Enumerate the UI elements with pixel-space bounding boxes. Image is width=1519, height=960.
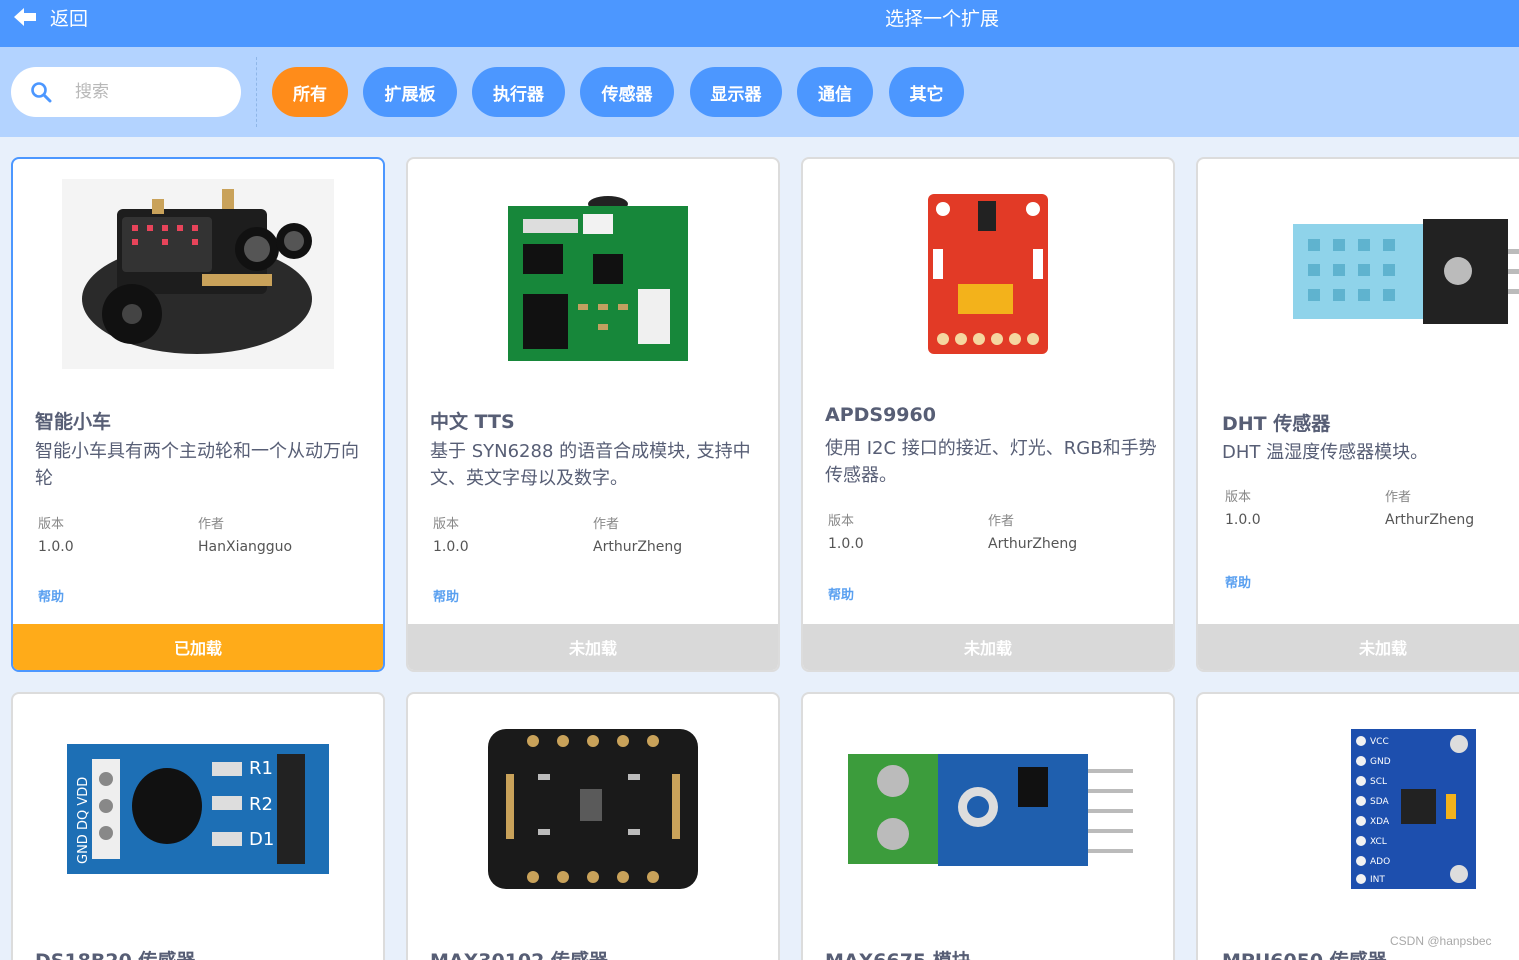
search-box[interactable] <box>11 67 241 117</box>
filter-tab-actuators[interactable]: 执行器 <box>472 67 565 117</box>
filter-tab-sensors[interactable]: 传感器 <box>580 67 674 117</box>
version-value: 1.0.0 <box>38 539 74 555</box>
load-status-button[interactable]: 未加载 <box>1198 624 1519 670</box>
apds9960-board-image <box>833 169 1143 379</box>
header-bar: 返回 选择一个扩展 <box>0 0 1519 47</box>
author-label: 作者 <box>198 517 225 532</box>
extension-description: 智能小车具有两个主动轮和一个从动万向轮 <box>35 441 359 489</box>
extension-title: APDS9960 <box>825 404 936 426</box>
search-input[interactable] <box>75 77 225 107</box>
search-icon <box>31 82 52 103</box>
tts-module-image <box>438 169 748 379</box>
version-label: 版本 <box>38 517 65 532</box>
board-label-ado: ADO <box>1370 857 1390 867</box>
page-title: 选择一个扩展 <box>884 8 999 30</box>
filter-tab-others[interactable]: 其它 <box>889 67 964 117</box>
extension-title: MAX30102 传感器 <box>430 946 608 960</box>
extension-title: 中文 TTS <box>430 411 515 433</box>
load-status-button[interactable]: 未加载 <box>803 624 1173 670</box>
version-value: 1.0.0 <box>828 536 864 552</box>
extension-card-max30102[interactable]: MAX30102 传感器 <box>406 692 780 960</box>
author-value: ArthurZheng <box>1385 512 1475 528</box>
extension-title: DS18B20 传感器 <box>35 946 195 960</box>
version-value: 1.0.0 <box>433 539 469 555</box>
dht-sensor-image <box>1268 169 1519 379</box>
board-label-r1: R1 <box>249 758 273 779</box>
version-label: 版本 <box>433 517 460 532</box>
extension-description: DHT 温湿度传感器模块。 <box>1222 442 1429 463</box>
board-label-gnd: GND <box>1370 757 1391 767</box>
help-link[interactable]: 帮助 <box>433 586 459 605</box>
board-label-int: INT <box>1370 875 1385 885</box>
author-label: 作者 <box>988 514 1015 529</box>
arrow-left-icon <box>14 8 36 26</box>
version-label: 版本 <box>828 514 855 529</box>
extension-title: MPU6050 传感器 <box>1222 946 1387 960</box>
watermark: CSDN @hanpsbec <box>1390 934 1492 948</box>
max6675-board-image <box>833 724 1143 894</box>
board-label-scl: SCL <box>1370 777 1387 787</box>
author-label: 作者 <box>1385 490 1412 505</box>
version-value: 1.0.0 <box>1225 512 1261 528</box>
version-label: 版本 <box>1225 490 1252 505</box>
filter-bar: 所有 扩展板 执行器 传感器 显示器 通信 其它 <box>0 47 1519 137</box>
board-label-xcl: XCL <box>1370 837 1387 847</box>
filter-tab-boards[interactable]: 扩展板 <box>363 67 457 117</box>
filter-divider <box>256 57 257 127</box>
author-label: 作者 <box>593 517 620 532</box>
filter-tab-communication[interactable]: 通信 <box>797 67 873 117</box>
board-label-xda: XDA <box>1370 817 1390 827</box>
filter-tab-displays[interactable]: 显示器 <box>690 67 782 117</box>
extension-title: MAX6675 模块 <box>825 946 971 960</box>
extension-card-mpu6050[interactable]: VCC GND SCL SDA XDA XCL ADO INT MPU6050 … <box>1196 692 1519 960</box>
extension-card-max6675[interactable]: MAX6675 模块 <box>801 692 1175 960</box>
extension-card-smart-car[interactable]: 智能小车 智能小车具有两个主动轮和一个从动万向轮 版本 作者 1.0.0 Han… <box>11 157 385 672</box>
help-link[interactable]: 帮助 <box>1225 572 1251 591</box>
board-label-vcc: VCC <box>1370 737 1389 747</box>
filter-tab-all[interactable]: 所有 <box>272 67 348 117</box>
back-button[interactable]: 返回 <box>12 4 88 30</box>
extension-card-dht-sensor[interactable]: DHT 传感器 DHT 温湿度传感器模块。 版本 作者 1.0.0 Arthur… <box>1196 157 1519 672</box>
extension-title: DHT 传感器 <box>1222 413 1331 435</box>
load-status-button[interactable]: 未加载 <box>408 624 778 670</box>
board-label-sda: SDA <box>1370 797 1389 807</box>
help-link[interactable]: 帮助 <box>38 586 64 605</box>
board-label-d1: D1 <box>249 829 274 850</box>
load-status-button[interactable]: 已加载 <box>13 624 383 670</box>
help-link[interactable]: 帮助 <box>828 584 854 603</box>
mpu6050-board-image: VCC GND SCL SDA XDA XCL ADO INT <box>1258 724 1519 894</box>
author-value: ArthurZheng <box>988 536 1078 552</box>
extension-title: 智能小车 <box>35 411 112 433</box>
author-value: ArthurZheng <box>593 539 683 555</box>
board-label-r2: R2 <box>249 794 273 815</box>
robot-car-image <box>43 169 353 379</box>
author-value: HanXiangguo <box>198 539 293 555</box>
extension-description: 使用 I2C 接口的接近、灯光、RGB和手势传感器。 <box>825 438 1157 486</box>
extension-description: 基于 SYN6288 的语音合成模块, 支持中文、英文字母以及数字。 <box>430 441 751 489</box>
max30102-board-image <box>438 724 748 894</box>
extension-card-ds18b20[interactable]: R1 R2 D1 GND DQ VDD DS18B20 传感器 <box>11 692 385 960</box>
back-label: 返回 <box>50 7 89 30</box>
extension-card-chinese-tts[interactable]: 中文 TTS 基于 SYN6288 的语音合成模块, 支持中文、英文字母以及数字… <box>406 157 780 672</box>
board-label-pins: GND DQ VDD <box>76 777 91 864</box>
extension-card-apds9960[interactable]: APDS9960 使用 I2C 接口的接近、灯光、RGB和手势传感器。 版本 作… <box>801 157 1175 672</box>
extension-grid: 智能小车 智能小车具有两个主动轮和一个从动万向轮 版本 作者 1.0.0 Han… <box>0 137 1519 960</box>
ds18b20-board-image: R1 R2 D1 GND DQ VDD <box>43 724 353 894</box>
